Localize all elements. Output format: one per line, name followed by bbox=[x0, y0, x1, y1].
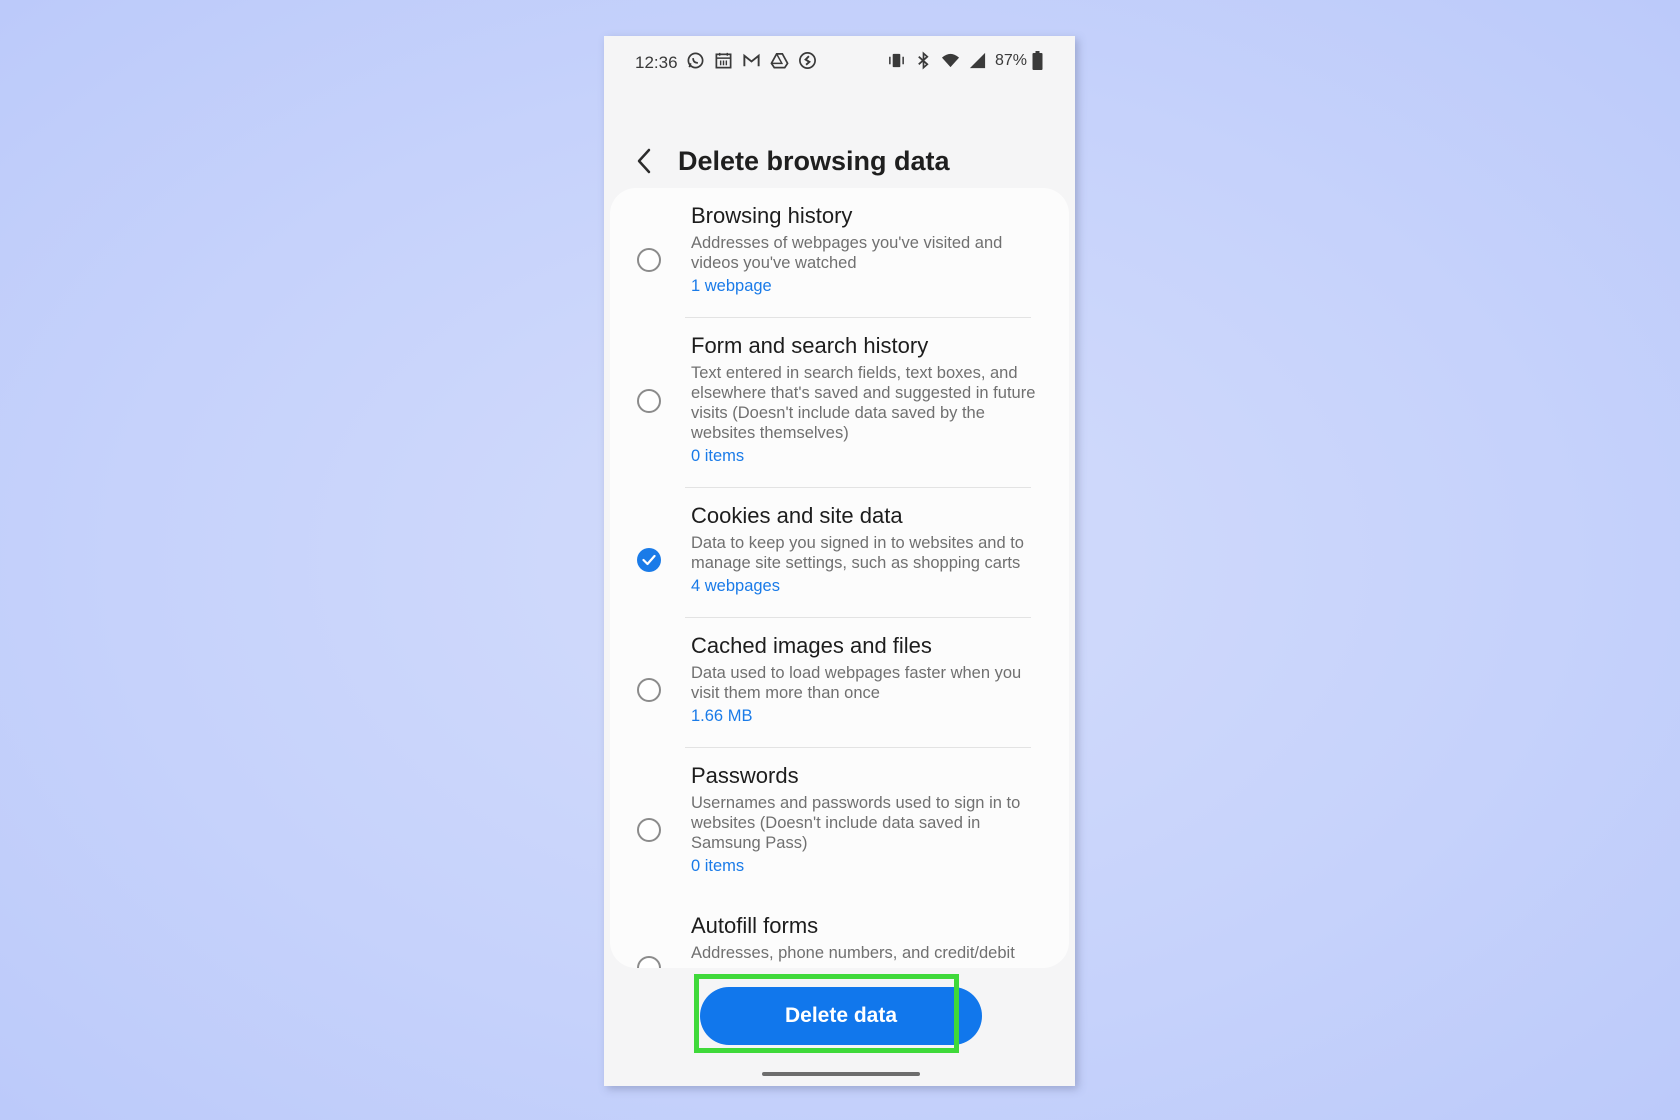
item-label: Browsing history bbox=[691, 203, 853, 228]
gmail-icon bbox=[743, 53, 760, 67]
system-icons: 87% bbox=[887, 51, 1043, 70]
item-label: Autofill forms bbox=[691, 913, 819, 938]
signal-icon bbox=[969, 52, 986, 69]
home-indicator[interactable] bbox=[762, 1072, 920, 1076]
checkbox-cookies-site-data[interactable] bbox=[637, 548, 661, 572]
wifi-icon bbox=[941, 53, 960, 68]
phone-screen: 12:36 87% Delete browsing data Browsing … bbox=[604, 36, 1075, 1086]
item-description: Usernames and passwords used to sign in … bbox=[691, 794, 1021, 852]
item-label: Passwords bbox=[691, 763, 799, 788]
item-label: Cached images and files bbox=[691, 633, 932, 658]
checkbox-passwords[interactable] bbox=[637, 818, 661, 842]
vibrate-icon bbox=[889, 53, 904, 68]
battery-icon bbox=[1032, 51, 1043, 70]
item-count: 1.66 MB bbox=[691, 707, 753, 725]
highlight-box bbox=[694, 974, 959, 1053]
item-label: Cookies and site data bbox=[691, 503, 903, 528]
divider bbox=[685, 317, 1031, 318]
back-arrow-icon bbox=[637, 148, 651, 174]
whatsapp-icon bbox=[687, 52, 704, 69]
divider bbox=[685, 747, 1031, 748]
shazam-icon bbox=[799, 52, 816, 69]
bluetooth-icon bbox=[918, 51, 929, 70]
status-time: 12:36 bbox=[635, 53, 678, 72]
checkbox-browsing-history[interactable] bbox=[637, 248, 661, 272]
status-bar: 12:36 87% bbox=[604, 36, 1075, 92]
item-description: Data to keep you signed in to websites a… bbox=[691, 534, 1024, 572]
item-count: 1 webpage bbox=[691, 277, 772, 295]
item-count: 0 items bbox=[691, 857, 745, 875]
item-count: 4 webpages bbox=[691, 577, 780, 595]
item-count: 0 items bbox=[691, 447, 745, 465]
divider bbox=[685, 487, 1031, 488]
options-list: Browsing history Addresses of webpages y… bbox=[610, 188, 1069, 968]
item-label: Form and search history bbox=[691, 333, 929, 358]
checkbox-cached-images-files[interactable] bbox=[637, 678, 661, 702]
notification-icons bbox=[686, 51, 817, 70]
item-description: Text entered in search fields, text boxe… bbox=[691, 364, 1036, 442]
checkbox-form-search-history[interactable] bbox=[637, 389, 661, 413]
checkbox-autofill-forms[interactable] bbox=[637, 956, 661, 968]
drive-icon bbox=[770, 52, 789, 69]
divider bbox=[685, 617, 1031, 618]
item-description: Data used to load webpages faster when y… bbox=[691, 664, 1022, 702]
checkmark-icon bbox=[642, 554, 656, 566]
battery-percent: 87% bbox=[994, 51, 1027, 69]
back-button[interactable] bbox=[629, 141, 659, 181]
item-description: Addresses, phone numbers, and credit/deb… bbox=[691, 944, 1015, 962]
item-description: Addresses of webpages you've visited and… bbox=[691, 234, 1003, 272]
app-header: Delete browsing data bbox=[604, 126, 1075, 196]
page-title: Delete browsing data bbox=[678, 146, 950, 176]
calendar-icon bbox=[715, 52, 732, 69]
